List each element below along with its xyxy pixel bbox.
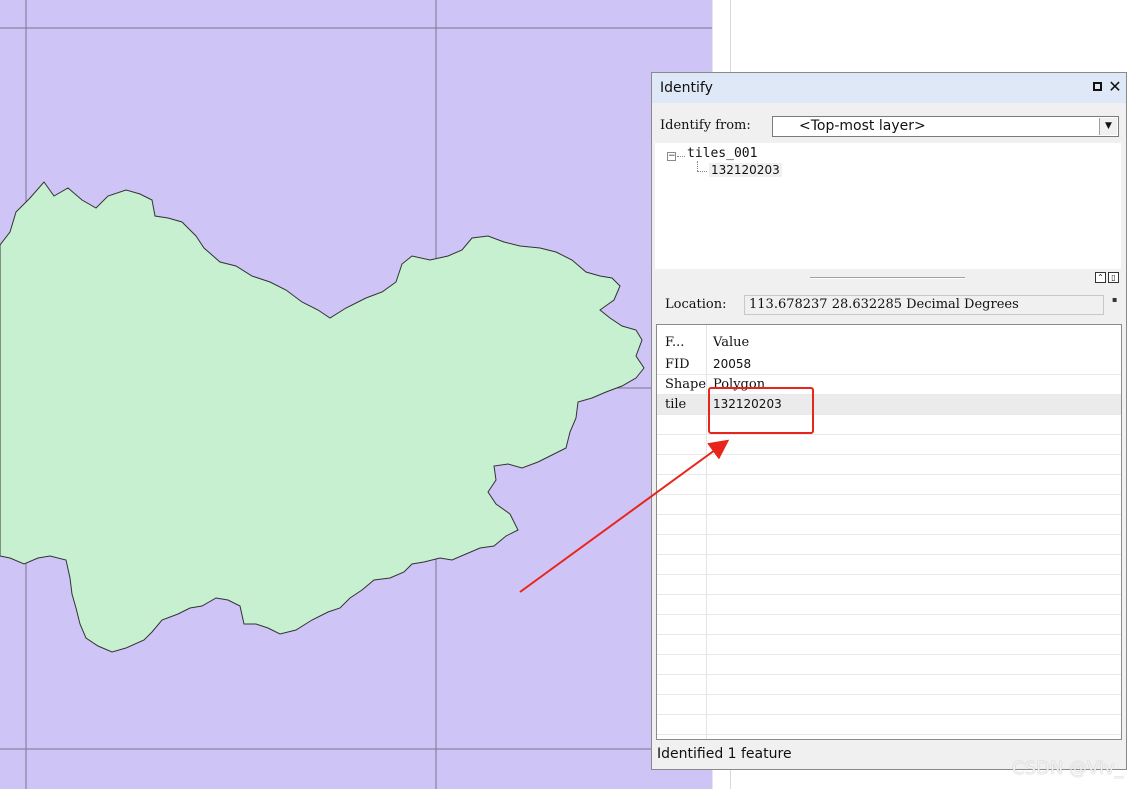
close-icon: ✕: [1108, 77, 1122, 96]
collapse-up-icon[interactable]: ⌃: [1095, 272, 1106, 283]
panel-toggle-icon[interactable]: ▯: [1108, 272, 1119, 283]
title-bar[interactable]: Identify ✕: [652, 73, 1126, 103]
watermark: CSDN @Viv_: [1012, 758, 1124, 779]
empty-row: [657, 635, 1121, 655]
highlight-box: [708, 387, 814, 434]
empty-row: [657, 435, 1121, 455]
window-title: Identify: [660, 80, 713, 96]
table-row[interactable]: FID 20058: [657, 355, 1121, 375]
empty-row: [657, 535, 1121, 555]
empty-row: [657, 715, 1121, 735]
empty-row: [657, 595, 1121, 615]
collapse-icon[interactable]: −: [667, 152, 676, 161]
tree-feature-node[interactable]: 132120203: [709, 163, 782, 177]
empty-row: [657, 495, 1121, 515]
table-header: F... Value: [657, 333, 1121, 355]
splitter-grip[interactable]: [810, 277, 965, 279]
tree-layer-node[interactable]: tiles_001: [687, 146, 757, 161]
empty-row: [657, 675, 1121, 695]
header-value[interactable]: Value: [713, 335, 749, 350]
tree-connector: [697, 161, 698, 171]
dropdown-value: <Top-most layer>: [799, 118, 926, 134]
location-field[interactable]: 113.678237 28.632285 Decimal Degrees: [744, 295, 1104, 315]
header-field[interactable]: F...: [665, 335, 684, 350]
location-dropdown-icon[interactable]: ▪: [1112, 295, 1117, 304]
maximize-button[interactable]: [1088, 78, 1106, 96]
chevron-down-icon[interactable]: ▼: [1099, 118, 1117, 135]
tree-connector: [697, 171, 707, 172]
empty-row: [657, 655, 1121, 675]
identify-from-dropdown[interactable]: <Top-most layer> ▼: [772, 116, 1119, 137]
pane-splitter[interactable]: ⌃ ▯: [655, 269, 1121, 285]
identify-from-label: Identify from:: [660, 118, 751, 133]
tile-polygon: [0, 181, 645, 653]
empty-row: [657, 575, 1121, 595]
row-value: 20058: [713, 357, 752, 371]
empty-row: [657, 555, 1121, 575]
row-field: tile: [665, 397, 687, 412]
maximize-icon: [1092, 82, 1102, 91]
empty-row: [657, 475, 1121, 495]
results-tree[interactable]: − tiles_001 132120203: [655, 143, 1121, 269]
row-field: Shape: [665, 377, 707, 392]
empty-row: [657, 615, 1121, 635]
tree-connector: [677, 156, 685, 157]
status-text: Identified 1 feature: [657, 746, 792, 762]
location-label: Location:: [665, 297, 727, 312]
close-button[interactable]: ✕: [1106, 78, 1124, 96]
empty-row: [657, 455, 1121, 475]
empty-row: [657, 515, 1121, 535]
map-view[interactable]: [0, 0, 712, 789]
row-field: FID: [665, 357, 690, 372]
empty-row: [657, 695, 1121, 715]
map-canvas[interactable]: [0, 0, 712, 789]
